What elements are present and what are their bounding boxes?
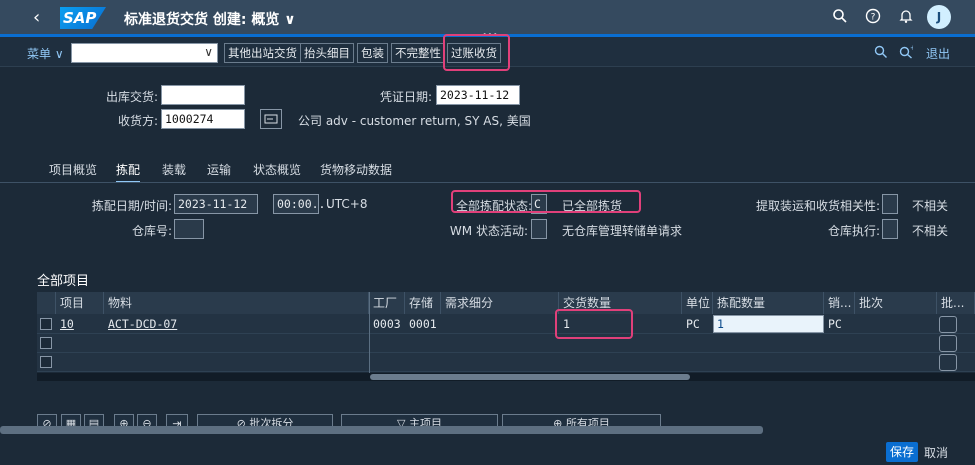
column-header-storage[interactable]: 存储 [405,292,441,314]
highlight-box [555,309,633,339]
chevron-down-icon: ∨ [284,12,296,28]
ship-to-label: 收货方: [117,114,158,128]
tab-loading[interactable]: 装载 [162,161,186,178]
tab-picking[interactable]: 拣配 [116,161,141,183]
extract-relevance-label: 提取装运和收货相关性: [755,199,880,213]
tab-goods-movement[interactable]: 货物移动数据 [320,161,392,178]
page-title[interactable]: 标准退货交货 创建: 概览 ∨ [124,9,296,29]
chevron-down-icon: ∨ [54,47,64,61]
select-all-header[interactable] [37,292,56,314]
extract-relevance-value: 不相关 [912,199,949,213]
page-title-text: 标准退货交货 创建: 概览 [124,12,280,28]
outbound-delivery-input[interactable] [161,85,245,105]
find-next-icon[interactable]: + [899,44,916,62]
highlight-box [451,190,641,213]
column-header-pick-qty[interactable]: 拣配数量 [713,292,824,314]
menu-label: 菜单 [27,47,52,61]
packing-button[interactable]: 包装 [357,43,388,63]
item-number-link[interactable]: 10 [56,315,74,334]
warehouse-exec-label: 仓库执行: [827,224,880,238]
warehouse-input[interactable] [174,219,204,239]
back-icon[interactable]: ‹ [33,7,40,28]
pick-date-input[interactable]: 2023-11-12 [174,194,258,214]
help-icon[interactable]: ? [865,8,881,28]
column-header-material[interactable]: 物料 [104,292,369,314]
other-outbound-button[interactable]: 其他出站交货 [224,43,301,63]
search-icon[interactable] [832,8,848,28]
warehouse-label: 仓库号: [131,224,172,238]
batch-button[interactable] [939,316,957,333]
svg-text:+: + [910,45,913,52]
plant-cell: 0003 [373,317,401,331]
ship-to-input[interactable]: 1000274 [161,109,245,129]
column-header-batch-more[interactable]: 批... [937,292,975,314]
pick-qty-input[interactable]: 1 [713,315,824,333]
address-card-icon[interactable] [260,109,282,129]
command-dropdown[interactable]: ∨ [71,43,218,63]
avatar[interactable]: J [927,5,951,29]
document-date-input[interactable]: 2023-11-12 [436,85,520,105]
extract-relevance-checkbox[interactable] [882,194,898,214]
incompletion-button[interactable]: 不完整性 [391,43,445,63]
sales-unit-cell: PC [828,317,842,331]
column-header-unit[interactable]: 单位 [682,292,713,314]
column-header-sales-unit[interactable]: 销... [824,292,855,314]
timezone-label: UTC+8 [326,197,368,211]
all-items-title: 全部项目 [37,274,90,289]
find-icon[interactable] [874,45,888,62]
tab-status-overview[interactable]: 状态概览 [253,161,301,178]
storage-cell: 0001 [409,317,437,331]
column-header-item[interactable]: 项目 [56,292,104,314]
page-scrollbar-thumb[interactable] [0,426,763,434]
bell-icon[interactable] [898,8,914,28]
chevron-down-icon: ∨ [204,45,213,59]
unit-cell: PC [686,317,700,331]
material-link[interactable]: ACT-DCD-07 [104,315,177,334]
column-header-batch[interactable]: 批次 [855,292,937,314]
document-date-label: 凭证日期: [379,90,432,104]
menu-button[interactable]: 菜单 ∨ [27,45,64,62]
warehouse-exec-checkbox[interactable] [882,219,898,239]
header-details-button[interactable]: 抬头细目 [300,43,354,63]
cancel-button[interactable]: 取消 [924,444,948,461]
tab-transport[interactable]: 运输 [207,161,231,178]
exit-button[interactable]: 退出 [926,45,950,62]
tabs-divider [0,182,975,183]
pick-datetime-label: 拣配日期/时间: [91,199,172,213]
table-row[interactable] [37,353,975,372]
row-select-checkbox[interactable] [40,356,52,368]
table-scrollbar-thumb[interactable] [370,374,690,380]
row-select-checkbox[interactable] [40,318,52,330]
column-header-plant[interactable]: 工厂 [369,292,405,314]
svg-text:?: ? [871,13,876,23]
pick-time-input[interactable]: 00:00... [273,194,332,214]
table-row[interactable] [37,334,975,353]
wm-activity-text: 无仓库管理转储单请求 [562,224,683,238]
tab-item-overview[interactable]: 项目概览 [49,161,97,178]
row-select-checkbox[interactable] [40,337,52,349]
wm-activity-label: WM 状态活动: [449,224,528,238]
wm-activity-input[interactable] [531,219,547,239]
outbound-delivery-label: 出库交货: [105,90,158,104]
batch-button[interactable] [939,335,957,352]
save-button[interactable]: 保存 [886,442,918,462]
column-header-requirement[interactable]: 需求细分 [441,292,559,314]
warehouse-exec-value: 不相关 [912,224,949,238]
ship-to-description: 公司 adv - customer return, SY AS, 美国 [298,114,531,128]
batch-button[interactable] [939,354,957,371]
highlight-box [443,34,510,71]
